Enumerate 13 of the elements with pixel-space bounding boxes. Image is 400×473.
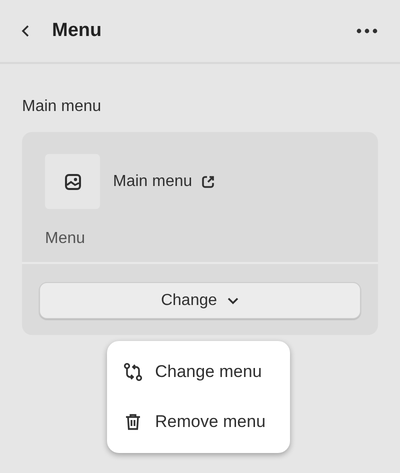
- more-icon[interactable]: [356, 28, 378, 34]
- panel-title: Menu: [52, 20, 103, 42]
- external-link-icon[interactable]: [201, 174, 216, 188]
- section-label: Main menu: [22, 98, 102, 116]
- image-icon: [45, 154, 100, 209]
- menu-type: Menu: [45, 230, 86, 248]
- menu-link[interactable]: Main menu: [113, 172, 192, 190]
- trash-icon: [123, 412, 143, 432]
- swap-arrows-icon: [123, 362, 143, 382]
- caret-icon: [227, 296, 240, 304]
- menu-item[interactable]: Change menu: [107, 347, 290, 397]
- change-button[interactable]: Change: [39, 282, 361, 319]
- menu-item[interactable]: Remove menu: [107, 397, 290, 447]
